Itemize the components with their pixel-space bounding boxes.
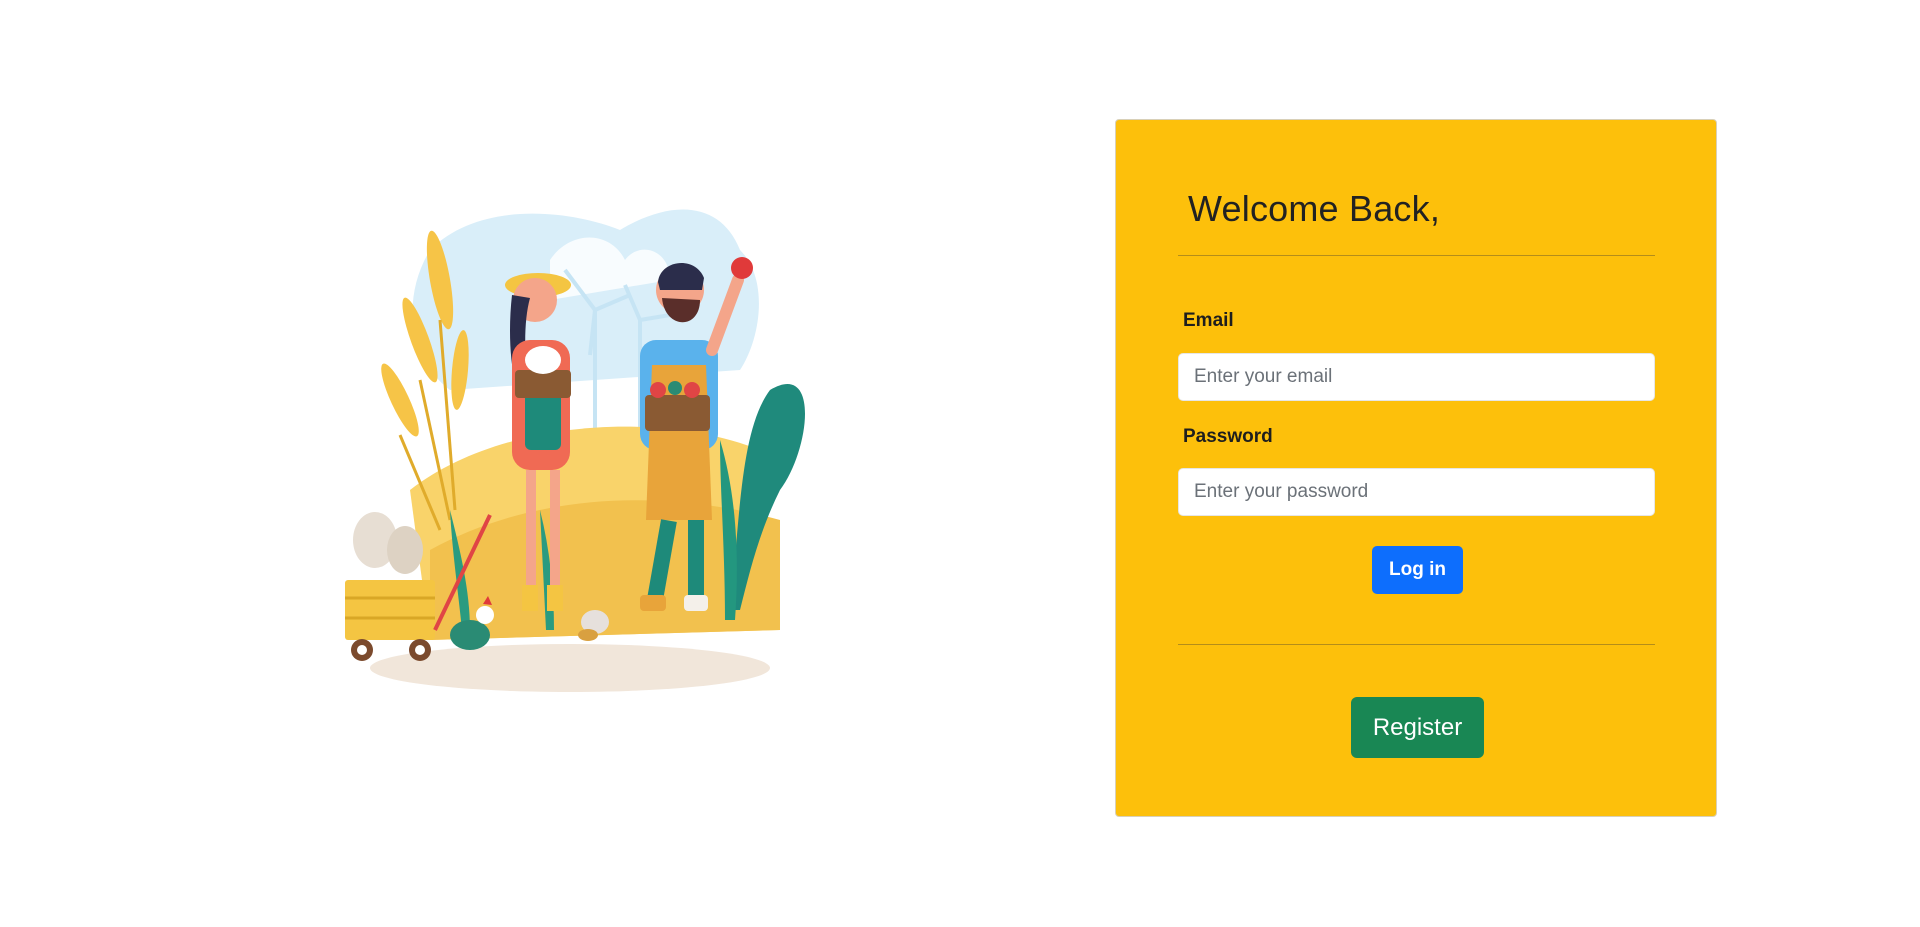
password-input[interactable] xyxy=(1178,468,1655,516)
password-label: Password xyxy=(1183,426,1273,447)
farmers-illustration xyxy=(340,190,860,730)
login-page: Welcome Back, Email Password Log in Regi… xyxy=(0,0,1920,927)
register-button[interactable]: Register xyxy=(1351,697,1484,758)
login-card: Welcome Back, Email Password Log in Regi… xyxy=(1115,119,1717,817)
section-divider xyxy=(1178,644,1655,645)
login-button[interactable]: Log in xyxy=(1372,546,1463,594)
email-label: Email xyxy=(1183,310,1234,331)
email-input[interactable] xyxy=(1178,353,1655,401)
title-divider xyxy=(1178,255,1655,256)
welcome-title: Welcome Back, xyxy=(1188,188,1441,229)
